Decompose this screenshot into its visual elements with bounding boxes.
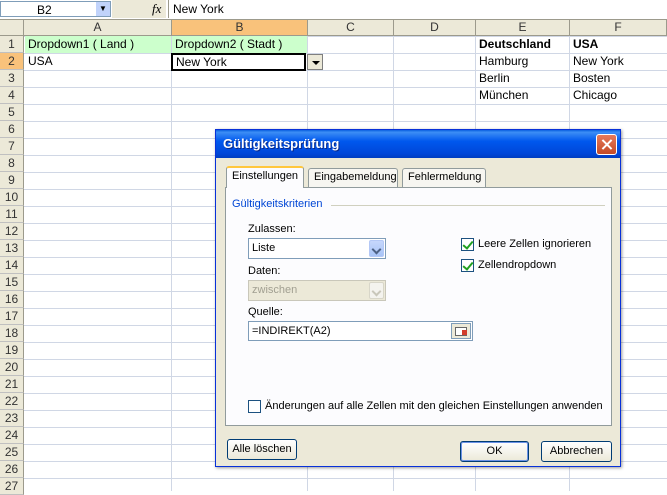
row-header[interactable]: 16 [0,291,24,308]
row-header[interactable]: 22 [0,393,24,410]
row-header[interactable]: 26 [0,461,24,478]
in-cell-dropdown-checkbox[interactable] [461,259,474,272]
apply-all-label[interactable]: Änderungen auf alle Zellen mit den gleic… [265,400,603,412]
cell-a1[interactable]: Dropdown1 ( Land ) [25,36,171,53]
row-header[interactable]: 3 [0,70,24,87]
range-select-icon[interactable] [451,323,471,339]
data-select-value: zwischen [252,284,298,296]
data-select: zwischen [248,280,386,301]
cell-e4[interactable]: München [476,87,569,104]
ignore-blank-checkbox[interactable] [461,238,474,251]
cell-dropdown-button[interactable] [307,54,323,70]
clear-all-button[interactable]: Alle löschen [227,439,297,460]
cell-e2[interactable]: Hamburg [476,53,569,70]
column-header-b[interactable]: B [172,20,308,36]
source-input-value: =INDIREKT(A2) [252,325,331,337]
cell-f2[interactable]: New York [570,53,667,70]
row-header[interactable]: 20 [0,359,24,376]
row-header[interactable]: 11 [0,206,24,223]
column-header-f[interactable]: F [570,20,667,36]
ok-button[interactable]: OK [460,441,529,462]
cell-f1[interactable]: USA [570,36,667,53]
row-header[interactable]: 10 [0,189,24,206]
ignore-blank-label[interactable]: Leere Zellen ignorieren [478,238,591,250]
row-header[interactable]: 17 [0,308,24,325]
allow-label: Zulassen: [248,223,296,235]
data-validation-dialog: Gültigkeitsprüfung Einstellungen Eingabe… [215,129,621,467]
allow-select[interactable]: Liste [248,238,386,259]
allow-select-value: Liste [252,242,276,254]
name-box[interactable]: B2 ▼ [0,1,111,17]
grid-line [171,36,172,491]
cell-b1[interactable]: Dropdown2 ( Stadt ) [172,36,307,53]
cell-e1[interactable]: Deutschland [476,36,569,53]
dialog-title-bar[interactable]: Gültigkeitsprüfung [216,130,620,158]
formula-input[interactable]: New York [168,0,667,18]
cell-a2[interactable]: USA [25,53,171,70]
row-header[interactable]: 8 [0,155,24,172]
settings-panel: Gültigkeitskriterien Zulassen: Liste Dat… [225,187,612,426]
select-all-corner[interactable] [0,20,24,36]
source-input[interactable]: =INDIREKT(A2) [248,321,473,341]
row-header[interactable]: 7 [0,138,24,155]
column-header-d[interactable]: D [394,20,476,36]
row-header[interactable]: 1 [0,36,24,53]
fx-icon[interactable]: fx [152,1,161,17]
row-header[interactable]: 18 [0,325,24,342]
tab-settings[interactable]: Einstellungen [226,166,304,188]
source-label: Quelle: [248,306,283,318]
chevron-down-icon[interactable]: ▼ [96,2,110,16]
chevron-down-icon[interactable] [369,240,384,257]
column-header-a[interactable]: A [24,20,172,36]
row-header[interactable]: 12 [0,223,24,240]
row-header[interactable]: 19 [0,342,24,359]
group-divider [331,205,605,206]
row-header[interactable]: 13 [0,240,24,257]
row-header[interactable]: 25 [0,444,24,461]
row-header[interactable]: 27 [0,478,24,495]
dialog-title: Gültigkeitsprüfung [223,136,340,151]
cell-f4[interactable]: Chicago [570,87,667,104]
cancel-button[interactable]: Abbrechen [541,441,612,462]
row-header[interactable]: 5 [0,104,24,121]
name-box-value: B2 [37,3,52,17]
tab-input-message[interactable]: Eingabemeldung [308,168,398,187]
row-header[interactable]: 14 [0,257,24,274]
column-header-c[interactable]: C [308,20,394,36]
row-header[interactable]: 21 [0,376,24,393]
cell-f3[interactable]: Bosten [570,70,667,87]
row-header[interactable]: 6 [0,121,24,138]
criteria-group-label: Gültigkeitskriterien [232,198,323,210]
row-header[interactable]: 24 [0,427,24,444]
apply-all-checkbox[interactable] [248,400,261,413]
formula-bar: B2 ▼ fx New York [0,0,667,20]
chevron-down-icon [369,282,384,299]
column-header-e[interactable]: E [476,20,570,36]
row-header[interactable]: 15 [0,274,24,291]
row-header[interactable]: 9 [0,172,24,189]
formula-value: New York [173,2,224,16]
cell-e3[interactable]: Berlin [476,70,569,87]
row-header[interactable]: 4 [0,87,24,104]
row-header[interactable]: 23 [0,410,24,427]
tab-error-alert[interactable]: Fehlermeldung [402,168,486,187]
cell-b2-value: New York [176,55,227,69]
data-label: Daten: [248,265,281,277]
row-header[interactable]: 2 [0,53,24,70]
close-icon[interactable] [596,134,617,155]
active-cell-b2[interactable]: New York [171,53,306,71]
in-cell-dropdown-label[interactable]: Zellendropdown [478,259,556,271]
